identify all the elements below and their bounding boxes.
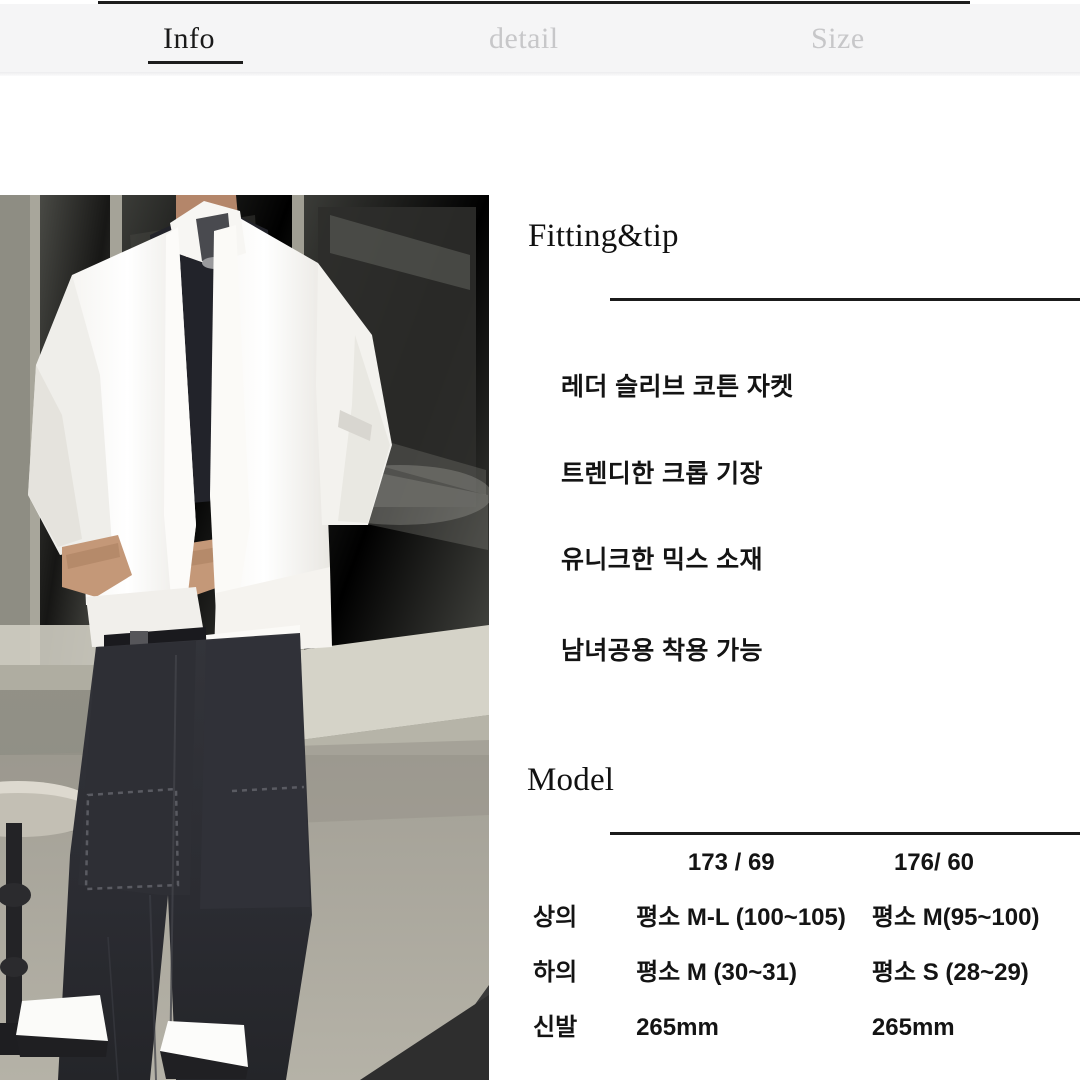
table-row: 신발 265mm 265mm [528,1013,1080,1068]
table-row: 하의 평소 M (30~31) 평소 S (28~29) [528,958,1080,1013]
fitting-point: 유니크한 믹스 소재 [561,546,763,574]
fitting-point: 트렌디한 크롭 기장 [561,460,763,488]
table-header-model-b: 176/ 60 [893,849,975,876]
tab-detail[interactable]: detail [489,20,559,58]
product-photo [0,195,489,1080]
row-value-b: 평소 S (28~29) [871,959,1029,986]
row-label: 상의 [533,904,578,931]
product-info-page: Info detail Size Fitting&tip 레더 슬리브 코튼 자… [0,0,1080,1080]
model-divider [610,832,1080,835]
table-header-row: 173 / 69 176/ 60 [528,848,1080,903]
row-value-a: 평소 M-L (100~105) [636,904,846,931]
fitting-point: 레더 슬리브 코튼 자켓 [561,373,794,401]
tab-info[interactable]: Info [163,20,215,58]
row-value-a: 평소 M (30~31) [636,959,797,986]
table-header-model-a: 173 / 69 [687,849,775,876]
row-label: 하의 [533,959,578,986]
active-tab-indicator [148,61,243,64]
tab-bar-shadow [0,72,1080,76]
product-photo-illustration [0,195,489,1080]
table-row: 상의 평소 M-L (100~105) 평소 M(95~100) [528,903,1080,958]
row-value-b: 평소 M(95~100) [871,904,1040,931]
model-size-table: 173 / 69 176/ 60 상의 평소 M-L (100~105) 평소 … [528,848,1080,1068]
tab-bar: Info detail Size [0,4,1080,72]
row-label: 신발 [533,1014,578,1041]
model-heading: Model [527,762,615,798]
fitting-divider [610,298,1080,301]
fitting-tip-heading: Fitting&tip [528,218,679,254]
row-value-b: 265mm [871,1014,955,1041]
row-value-a: 265mm [636,1014,719,1041]
fitting-point: 남녀공용 착용 가능 [561,637,763,665]
tab-size[interactable]: Size [811,20,865,58]
